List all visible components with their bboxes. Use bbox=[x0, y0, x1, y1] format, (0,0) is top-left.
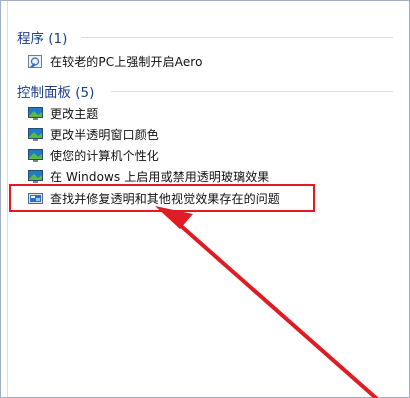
result-item-label: 使您的计算机个性化 bbox=[50, 148, 159, 163]
result-item-toggle-transparency[interactable]: 在 Windows 上启用或禁用透明玻璃效果 bbox=[28, 167, 269, 185]
result-item-force-aero[interactable]: 在较老的PC上强制开启Aero bbox=[28, 52, 203, 70]
result-item-label: 更改半透明窗口颜色 bbox=[50, 127, 159, 142]
result-item-change-theme[interactable]: 更改主题 bbox=[28, 104, 98, 122]
section-header-control-panel: 控制面板 (5) bbox=[17, 85, 95, 101]
result-item-personalize[interactable]: 使您的计算机个性化 bbox=[28, 146, 159, 164]
panel-inner-border bbox=[7, 1, 8, 397]
personalization-icon bbox=[28, 169, 43, 183]
search-results-panel: 程序 (1) 在较老的PC上强制开启Aero 控制面板 (5) 更改主题 更改半… bbox=[0, 0, 410, 398]
section-divider bbox=[81, 37, 393, 38]
result-item-label: 在 Windows 上启用或禁用透明玻璃效果 bbox=[50, 169, 270, 184]
personalization-icon bbox=[28, 106, 43, 120]
section-header-programs: 程序 (1) bbox=[17, 31, 68, 47]
section-divider bbox=[111, 91, 393, 92]
annotation-highlight-box bbox=[9, 184, 315, 212]
personalization-icon bbox=[28, 127, 43, 141]
result-item-label: 更改主题 bbox=[50, 106, 99, 121]
result-item-change-window-color[interactable]: 更改半透明窗口颜色 bbox=[28, 125, 159, 143]
result-item-label: 在较老的PC上强制开启Aero bbox=[50, 54, 203, 69]
personalization-icon bbox=[28, 148, 43, 162]
program-shortcut-icon bbox=[28, 54, 43, 68]
